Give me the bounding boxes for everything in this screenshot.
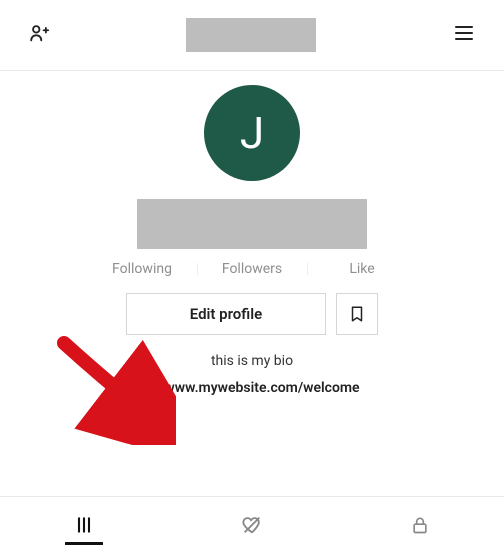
tab-private[interactable] bbox=[336, 515, 504, 535]
bio-link[interactable]: www.mywebsite.com/welcome bbox=[144, 379, 359, 397]
stat-followers[interactable]: Followers bbox=[197, 261, 307, 277]
stat-like[interactable]: Like bbox=[307, 261, 417, 277]
username-redacted bbox=[137, 199, 367, 249]
title-redacted bbox=[186, 18, 316, 52]
add-user-icon[interactable] bbox=[28, 22, 50, 48]
bookmark-button[interactable] bbox=[336, 293, 378, 335]
bio-link-text: www.mywebsite.com/welcome bbox=[164, 380, 359, 396]
tab-liked[interactable] bbox=[168, 514, 336, 536]
avatar-initial: J bbox=[240, 107, 264, 159]
stat-following[interactable]: Following bbox=[87, 261, 197, 277]
tab-feed[interactable] bbox=[0, 515, 168, 535]
avatar[interactable]: J bbox=[204, 85, 300, 181]
edit-profile-button[interactable]: Edit profile bbox=[126, 293, 326, 335]
bio-text: this is my bio bbox=[211, 353, 293, 369]
menu-icon[interactable] bbox=[452, 21, 476, 49]
link-icon bbox=[144, 379, 158, 397]
